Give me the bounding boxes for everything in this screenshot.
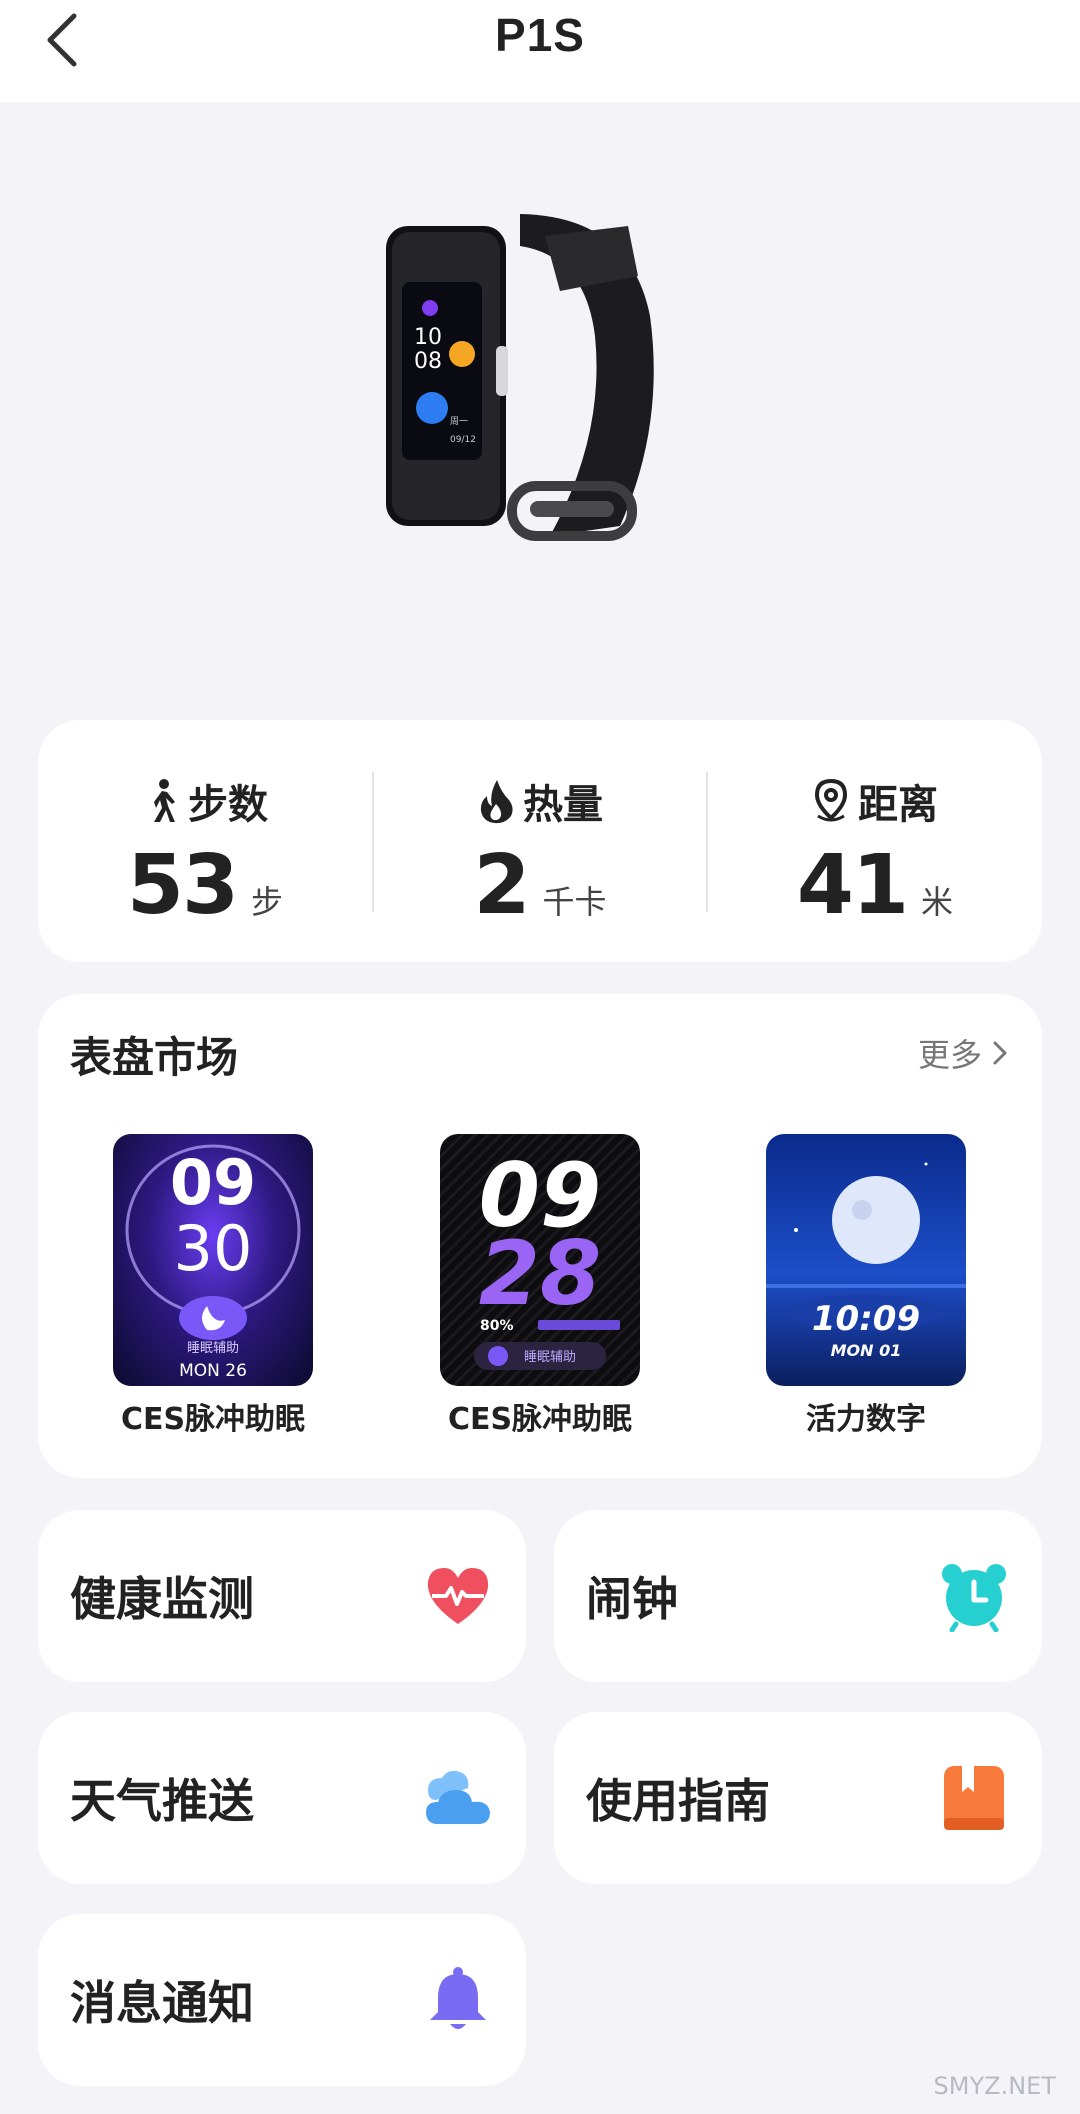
watch-face-name: CES脉冲助眠 — [447, 1402, 633, 1437]
chevron-right-icon — [993, 1041, 1007, 1065]
guide-book-icon — [944, 1766, 1004, 1830]
section-title: 表盘市场 — [70, 1033, 239, 1082]
device-hour: 10 — [414, 325, 442, 350]
stat-distance-label: 距离 — [858, 782, 938, 828]
tile-label: 闹钟 — [586, 1572, 678, 1626]
watch-face-market-card: 表盘市场 更多 09 30 睡眠辅助 MON 26 CES脉冲助眠 09 28 … — [38, 994, 1042, 1478]
page-title: P1S — [495, 9, 585, 61]
stat-calories-label: 热量 — [523, 782, 603, 828]
more-link[interactable]: 更多 — [918, 1030, 1008, 1076]
watch-face-thumbnail[interactable]: 09 28 80% 睡眠辅助 — [440, 1134, 640, 1386]
watch-face-thumbnail[interactable]: 10:09 MON 01 — [766, 1134, 966, 1386]
activity-stats-card[interactable]: 步数 53 步 热量 2 千卡 距离 41 米 — [38, 720, 1042, 962]
face-time-bottom: 30 — [174, 1212, 253, 1285]
stat-calories-value: 2 — [473, 838, 530, 933]
location-pin-icon — [814, 778, 848, 822]
stat-steps: 步数 53 步 — [38, 776, 372, 933]
more-label: 更多 — [917, 1036, 982, 1074]
device-minute: 08 — [414, 349, 442, 374]
face-time-bottom: 28 — [479, 1222, 601, 1325]
stat-distance: 距离 41 米 — [708, 776, 1042, 933]
face-date: MON 01 — [831, 1341, 902, 1360]
stat-calories: 热量 2 千卡 — [373, 776, 707, 933]
device-image: 10 08 周一 09/12 — [370, 196, 670, 566]
watch-face-name: 活力数字 — [806, 1402, 926, 1437]
device-date: 09/12 — [450, 435, 476, 445]
tile-label: 消息通知 — [70, 1976, 254, 2030]
face-time-top: 09 — [170, 1146, 256, 1219]
user-guide-tile[interactable]: 使用指南 — [554, 1712, 1042, 1884]
stat-distance-unit: 米 — [921, 883, 954, 921]
face-sub: 睡眠辅助 — [524, 1350, 576, 1365]
alarm-tile[interactable]: 闹钟 — [554, 1510, 1042, 1682]
flame-icon — [480, 780, 513, 824]
face-date: MON 26 — [179, 1361, 247, 1381]
walking-person-icon — [154, 779, 175, 822]
tile-label: 使用指南 — [586, 1774, 770, 1828]
watch-face-thumbnail[interactable]: 09 30 睡眠辅助 MON 26 — [113, 1134, 313, 1386]
stat-steps-unit: 步 — [251, 883, 284, 921]
alarm-clock-icon — [942, 1564, 1006, 1632]
tile-label: 健康监测 — [70, 1572, 254, 1626]
watermark: SMYZ.NET — [933, 2072, 1056, 2100]
heart-pulse-icon — [427, 1568, 489, 1624]
message-notification-tile[interactable]: 消息通知 — [38, 1914, 526, 2086]
device-weekday: 周一 — [450, 416, 468, 427]
stat-calories-unit: 千卡 — [542, 883, 607, 921]
top-bar: P1S — [0, 0, 1080, 102]
health-monitoring-tile[interactable]: 健康监测 — [38, 1510, 526, 1682]
stat-steps-label: 步数 — [188, 782, 268, 828]
tile-label: 天气推送 — [70, 1774, 254, 1828]
cloud-icon — [426, 1770, 490, 1824]
face-time: 10:09 — [812, 1299, 920, 1339]
bell-icon — [430, 1967, 486, 2029]
stat-distance-value: 41 — [796, 838, 909, 933]
face-battery: 80% — [480, 1318, 514, 1334]
watch-face-name: CES脉冲助眠 — [120, 1402, 306, 1437]
stat-steps-value: 53 — [126, 838, 239, 933]
weather-push-tile[interactable]: 天气推送 — [38, 1712, 526, 1884]
face-sub: 睡眠辅助 — [187, 1341, 239, 1356]
